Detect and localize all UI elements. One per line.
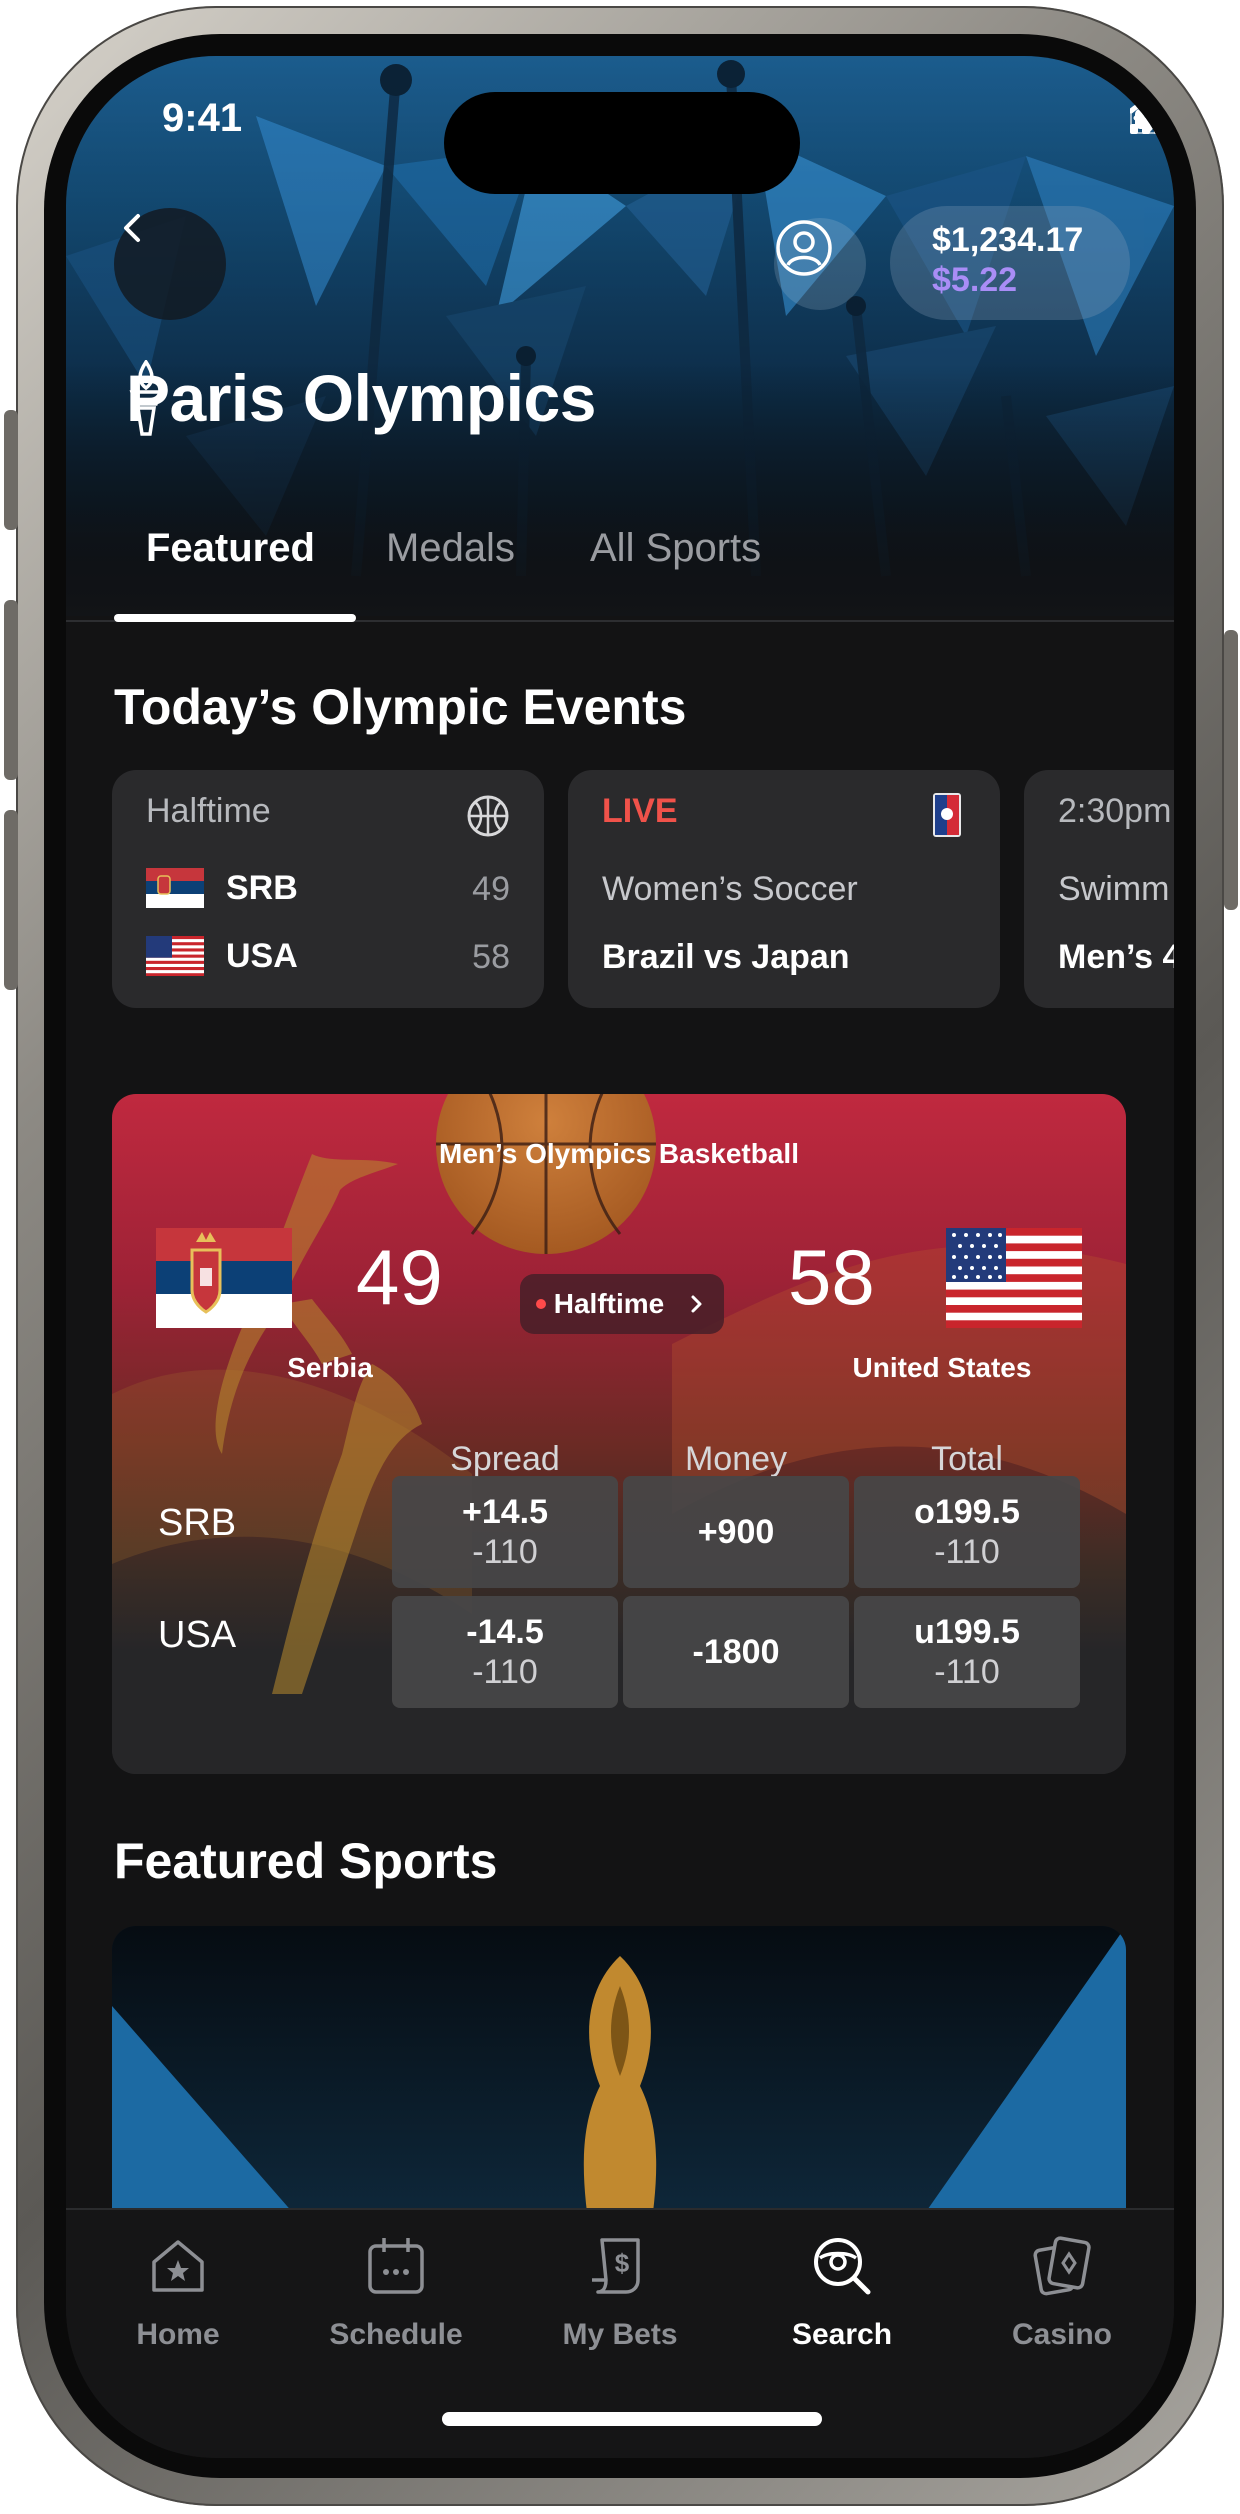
featured-game-card: Men’s Olympics Basketball 49 Serbia Half… xyxy=(112,1094,1126,1774)
tabbar-label: Home xyxy=(136,2318,220,2351)
usa-flag-icon xyxy=(946,1228,1082,1328)
event-team-score: 58 xyxy=(472,938,510,976)
column-header-spread: Spread xyxy=(450,1440,560,1478)
mute-switch xyxy=(4,410,18,530)
account-balance: $1,234.17 xyxy=(932,221,1084,259)
odds-button-spread-srb[interactable]: +14.5 -110 xyxy=(392,1476,618,1588)
olympic-torch-icon xyxy=(129,360,163,436)
odds-button-money-usa[interactable]: -1800 xyxy=(623,1596,849,1708)
event-card-basketball[interactable]: Halftime SRB 49 USA 58 xyxy=(112,770,544,1008)
todays-events-heading: Today’s Olympic Events xyxy=(114,679,687,735)
odds-line: +900 xyxy=(697,1513,775,1551)
odds-price: -110 xyxy=(934,1653,1000,1691)
cards-icon xyxy=(1033,2236,1091,2296)
event-team-score: 49 xyxy=(472,870,510,908)
home-team-name: Serbia xyxy=(287,1352,373,1383)
back-button[interactable] xyxy=(114,208,226,320)
odds-row-team: USA xyxy=(158,1614,237,1656)
column-header-total: Total xyxy=(931,1440,1003,1478)
swimming-artwork xyxy=(112,1926,1126,2246)
battery-icon xyxy=(1130,104,1174,134)
odds-button-total-usa[interactable]: u199.5 -110 xyxy=(854,1596,1080,1708)
event-sport: Women’s Soccer xyxy=(602,870,858,908)
tab-featured[interactable]: Featured xyxy=(146,526,315,571)
tabbar-label: Schedule xyxy=(329,2318,463,2351)
featured-sport-card[interactable] xyxy=(112,1926,1126,2246)
profile-button[interactable] xyxy=(774,218,866,310)
basketball-icon xyxy=(467,795,509,837)
page-title-row: Paris Olympics xyxy=(126,360,596,436)
odds-line: +14.5 xyxy=(461,1493,549,1531)
event-status: Halftime xyxy=(146,792,271,830)
volume-up-button xyxy=(4,600,18,780)
odds-price: -110 xyxy=(934,1533,1000,1571)
search-icon xyxy=(814,2238,871,2295)
page-title: Paris Olympics xyxy=(126,361,596,435)
serbia-flag-icon xyxy=(146,868,204,908)
event-card-clip: 2:30pm Swimm Men’s 4 xyxy=(1024,770,1174,1008)
chevron-left-icon xyxy=(124,214,140,242)
event-card-soccer[interactable]: LIVE Women’s Soccer Brazil vs Japan xyxy=(568,770,1000,1008)
odds-line: -14.5 xyxy=(466,1613,544,1651)
column-header-money: Money xyxy=(684,1440,788,1478)
volume-down-button xyxy=(4,810,18,990)
tabbar-item-schedule[interactable]: Schedule xyxy=(296,2226,496,2352)
tabbar-label: Casino xyxy=(1011,2318,1113,2351)
tabbar-item-my-bets[interactable]: $ My Bets xyxy=(520,2226,720,2352)
game-league: Men’s Olympics Basketball xyxy=(439,1138,799,1169)
power-button xyxy=(1224,630,1238,910)
event-team-code: SRB xyxy=(226,868,298,907)
bonus-balance: $5.22 xyxy=(932,261,1018,299)
balance-pill[interactable]: $1,234.17 $5.22 xyxy=(890,206,1130,320)
home-score: 49 xyxy=(356,1233,443,1321)
live-badge: LIVE xyxy=(602,792,678,830)
tabbar-label: My Bets xyxy=(562,2318,678,2351)
section-tabs: Featured Medals All Sports xyxy=(66,526,1174,622)
odds-button-spread-usa[interactable]: -14.5 -110 xyxy=(392,1596,618,1708)
league-logo-icon xyxy=(933,793,961,837)
tab-medals[interactable]: Medals xyxy=(386,526,515,571)
tabbar-label: Search xyxy=(791,2318,893,2351)
odds-line: u199.5 xyxy=(914,1613,1020,1651)
tabbar-item-casino[interactable]: Casino xyxy=(962,2226,1162,2352)
odds-row-team: SRB xyxy=(158,1502,237,1544)
home-indicator xyxy=(442,2412,822,2426)
event-team-row: USA xyxy=(146,936,298,976)
home-icon xyxy=(152,2240,204,2292)
odds-price: -110 xyxy=(472,1533,538,1571)
event-card-swimming[interactable]: 2:30pm Swimm Men’s 4 xyxy=(1024,770,1174,1008)
odds-line: o199.5 xyxy=(914,1493,1020,1531)
calendar-icon xyxy=(368,2238,424,2294)
app-screen: 9:41 $1,234.17 $5.22 Paris Olympics Feat… xyxy=(66,56,1174,2458)
tabbar-item-search[interactable]: Search xyxy=(742,2226,942,2352)
game-status: Halftime xyxy=(553,1288,665,1319)
event-matchup: Men’s 4 xyxy=(1058,938,1174,976)
status-time: 9:41 xyxy=(162,96,243,140)
odds-price: -110 xyxy=(472,1653,538,1691)
serbia-flag-icon xyxy=(156,1228,292,1328)
tabbar-item-home[interactable]: Home xyxy=(78,2226,278,2352)
odds-button-money-srb[interactable]: +900 xyxy=(623,1476,849,1588)
active-tab-indicator xyxy=(114,614,356,622)
away-score: 58 xyxy=(788,1233,875,1321)
live-dot xyxy=(535,1299,546,1309)
event-sport: Swimm xyxy=(1058,870,1170,908)
away-team-name: United States xyxy=(852,1352,1032,1383)
event-team-row: SRB xyxy=(146,868,298,908)
dynamic-island xyxy=(444,92,800,194)
game-status-pill[interactable]: Halftime xyxy=(520,1274,724,1334)
tab-all-sports[interactable]: All Sports xyxy=(590,526,761,571)
chevron-right-icon xyxy=(691,1295,702,1313)
odds-button-total-srb[interactable]: o199.5 -110 xyxy=(854,1476,1080,1588)
svg-text:$: $ xyxy=(615,2248,630,2278)
user-profile-icon xyxy=(776,220,832,276)
event-time: 2:30pm xyxy=(1058,792,1172,830)
event-matchup: Brazil vs Japan xyxy=(602,938,850,976)
usa-flag-icon xyxy=(146,936,204,976)
featured-sports-heading: Featured Sports xyxy=(114,1833,498,1889)
odds-line: -1800 xyxy=(692,1633,780,1671)
bet-slip-icon: $ xyxy=(592,2238,640,2294)
event-team-code: USA xyxy=(226,936,298,975)
